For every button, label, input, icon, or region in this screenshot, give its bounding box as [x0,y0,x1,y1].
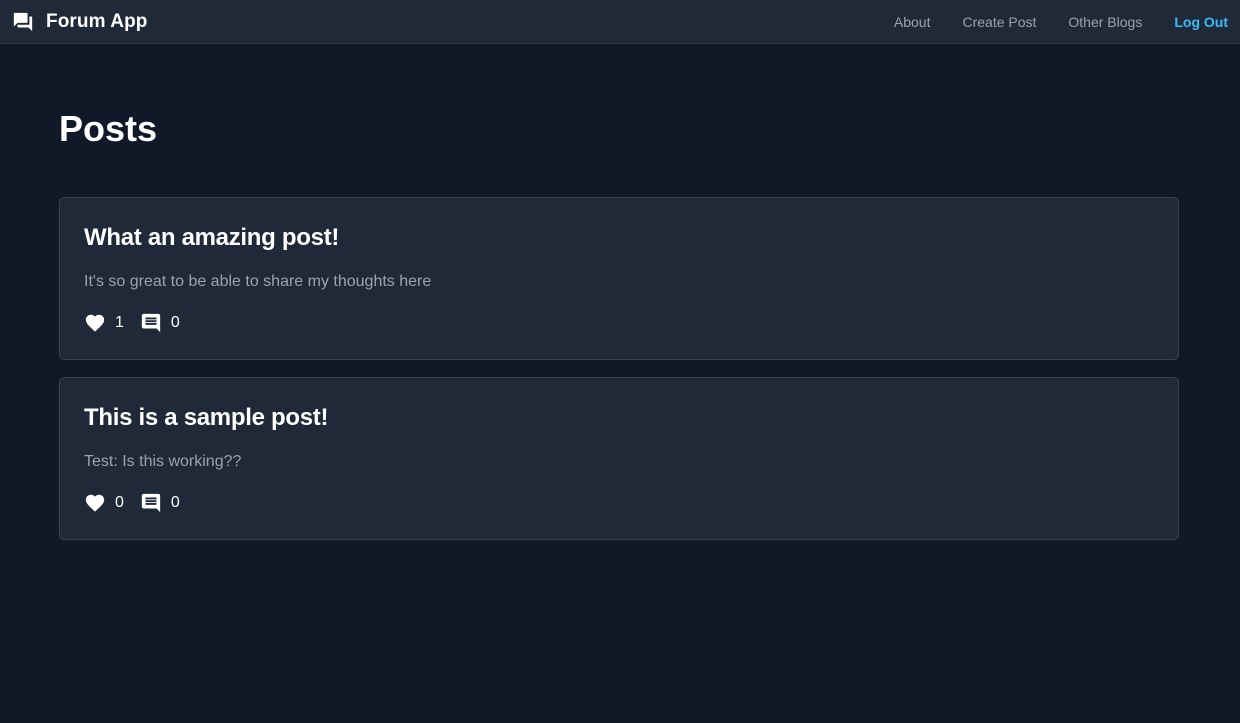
post-title[interactable]: This is a sample post! [84,404,328,432]
nav-links: About Create Post Other Blogs Log Out [894,0,1240,44]
nav-other-blogs-link[interactable]: Other Blogs [1068,14,1142,30]
post-body: It's so great to be able to share my tho… [84,273,432,290]
comment-icon[interactable] [140,492,162,514]
comment-count: 0 [170,314,180,331]
post-stats: 0 0 [84,491,180,515]
post-body: Test: Is this working?? [84,453,242,470]
page-title: Posts [59,108,158,149]
post-card[interactable]: This is a sample post! Test: Is this wor… [59,377,1179,540]
app-title: Forum App [46,11,148,32]
post-stats: 1 0 [84,311,180,335]
nav-create-post-link[interactable]: Create Post [962,14,1036,30]
comment-icon[interactable] [140,312,162,334]
like-count: 0 [115,494,124,511]
heart-icon[interactable] [84,312,106,334]
like-count: 1 [115,314,124,331]
comment-count: 0 [170,494,180,511]
heart-icon[interactable] [84,492,106,514]
navbar: Forum App About Create Post Other Blogs … [0,0,1240,44]
forum-chat-icon [12,11,34,33]
logout-link[interactable]: Log Out [1174,14,1228,30]
post-list: What an amazing post! It's so great to b… [59,197,1179,557]
post-card[interactable]: What an amazing post! It's so great to b… [59,197,1179,360]
nav-about-link[interactable]: About [894,14,931,30]
post-title[interactable]: What an amazing post! [84,224,339,252]
brand[interactable]: Forum App [12,0,148,44]
